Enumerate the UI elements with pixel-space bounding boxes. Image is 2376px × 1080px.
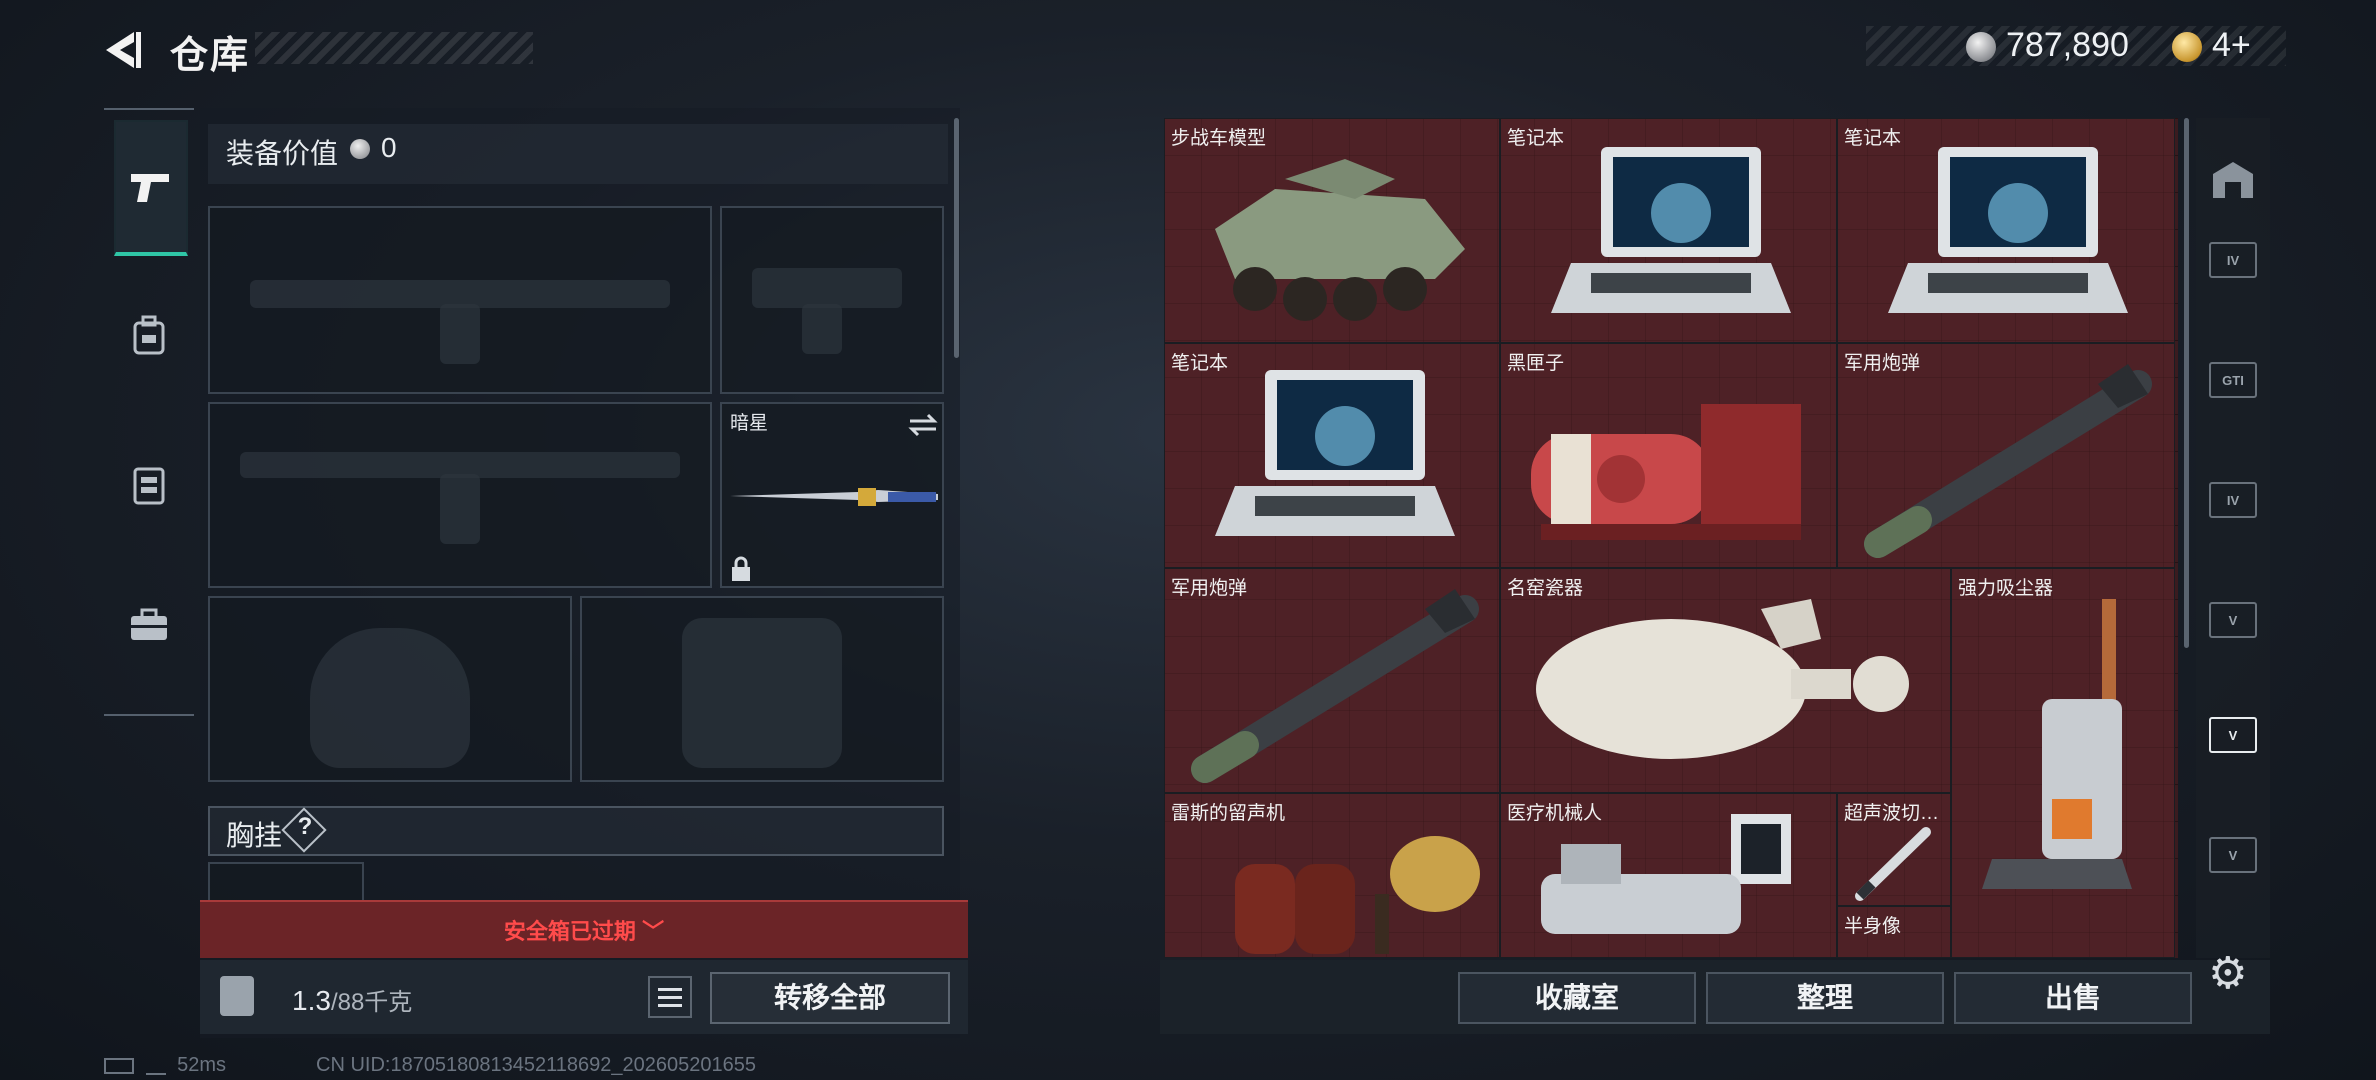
vest-icon (133, 467, 165, 505)
user-uid: CN UID:18705180813452118692_202605201655 (316, 1054, 757, 1076)
gramophone-icon (1235, 836, 1480, 954)
case-v-icon: V (2209, 602, 2257, 638)
porcelain-vase-icon (1536, 599, 1909, 759)
tab-backpack[interactable] (114, 270, 184, 400)
item-famous-porcelain[interactable]: 名窑瓷器 (1500, 568, 1951, 793)
item-laptop[interactable]: 笔记本 (1837, 118, 2175, 343)
item-bust[interactable]: 半身像 (1837, 906, 1951, 958)
gold-coin-icon (2172, 32, 2202, 62)
backpack-icon (133, 315, 165, 355)
category-rail (104, 108, 194, 716)
equipment-value: 0 (381, 132, 397, 163)
armor-slot[interactable] (580, 596, 944, 782)
vacuum-icon (1982, 599, 2132, 889)
tab-weapons[interactable] (114, 120, 188, 256)
inventory-scrollbar[interactable] (2184, 118, 2189, 648)
medical-robot-icon (1541, 814, 1791, 934)
back-button[interactable] (100, 26, 148, 74)
item-military-shell[interactable]: 军用炮弹 (1837, 343, 2175, 568)
back-arrow-icon (106, 32, 141, 68)
item-laptop[interactable]: 笔记本 (1500, 118, 1837, 343)
organize-button[interactable]: 整理 (1706, 972, 1944, 1024)
primary-weapon-slot[interactable] (208, 206, 712, 394)
gti-rig-icon: GTI (2209, 362, 2257, 398)
melee-name: 暗星 (730, 413, 769, 434)
laptop-icon (1215, 370, 1455, 536)
item-black-box[interactable]: 黑匣子 (1500, 343, 1837, 568)
helmet-silhouette-icon (310, 628, 470, 768)
laptop-icon (1551, 147, 1791, 313)
equipment-scrollbar[interactable] (954, 118, 959, 358)
equipment-value-label: 装备价值 (226, 138, 339, 169)
signal-icon (145, 1057, 166, 1075)
ifv-model-icon (1215, 159, 1465, 321)
item-medical-robot[interactable]: 医疗机械人 (1500, 793, 1837, 958)
title-decoration (255, 32, 533, 64)
tab-vest[interactable] (114, 420, 184, 550)
missile-icon (1191, 589, 1479, 783)
money-amount: 787,890 (2006, 26, 2129, 64)
helmet-slot[interactable] (208, 596, 572, 782)
pistol-slot[interactable] (720, 206, 944, 394)
knife-dark-star-icon (730, 488, 938, 506)
item-ifv-model[interactable]: 步战车模型 (1164, 118, 1500, 343)
weight-kg-icon (220, 976, 254, 1016)
missile-icon (1864, 364, 2152, 558)
filter-gti[interactable]: GTI (2196, 320, 2270, 440)
item-laptop[interactable]: 笔记本 (1164, 343, 1500, 568)
case-v-selected-icon: V (2209, 717, 2257, 753)
list-view-button[interactable] (648, 976, 692, 1018)
silver-coin-icon (1966, 32, 1996, 62)
rig-iv-icon: IV (2209, 482, 2257, 518)
page-title: 仓库 (170, 35, 251, 77)
collection-room-button[interactable]: 收藏室 (1458, 972, 1696, 1024)
sell-button[interactable]: 出售 (1954, 972, 2192, 1024)
lock-icon (732, 556, 750, 581)
transfer-all-button[interactable]: 转移全部 (710, 972, 950, 1024)
chevron-down-icon: ﹀ (642, 919, 665, 944)
help-question-mark: ? (297, 813, 313, 840)
pistol-icon (131, 174, 169, 202)
item-ultrasonic-cutter[interactable]: 超声波切… (1837, 793, 1951, 906)
item-vacuum[interactable]: 强力吸尘器 (1951, 568, 2175, 958)
settings-gear-icon[interactable]: ⚙ (2208, 948, 2247, 999)
ultrasonic-cutter-icon (1855, 827, 1931, 901)
black-box-icon (1531, 404, 1801, 540)
value-coin-icon (350, 139, 370, 159)
inventory-grid: 步战车模型 笔记本 笔记本 笔记本 黑匣子 军用炮弹 军用炮弹 名窑瓷器 强力吸… (1164, 118, 2178, 958)
filter-level-v[interactable]: V (2196, 560, 2270, 680)
item-gramophone[interactable]: 雷斯的留声机 (1164, 793, 1500, 958)
armor-silhouette-icon (682, 618, 842, 768)
weight-readout: 1.3/88千克 (292, 985, 413, 1016)
pistol-silhouette-icon (752, 268, 902, 308)
filter-level-iv-b[interactable]: IV (2196, 440, 2270, 560)
ping-status: 52ms (104, 1054, 226, 1077)
filter-level-v-b[interactable]: V (2196, 795, 2270, 915)
chest-rig-label: 胸挂 (226, 820, 283, 851)
gold-amount[interactable]: 4+ (2212, 26, 2251, 65)
secondary-weapon-slot[interactable] (208, 402, 712, 588)
filter-level-iv[interactable]: IV (2196, 200, 2270, 320)
briefcase-icon (131, 608, 167, 640)
magazine-silhouette (440, 474, 480, 544)
safe-box-expired-text: 安全箱已过期 ﹀ (503, 919, 665, 944)
filter-level-v-active[interactable]: V (2196, 675, 2270, 795)
warehouse-icon (2213, 162, 2253, 198)
battery-icon (104, 1057, 134, 1074)
armor-iv-icon: IV (2209, 242, 2257, 278)
tab-case[interactable] (114, 560, 184, 690)
item-military-shell[interactable]: 军用炮弹 (1164, 568, 1500, 793)
case-v-icon: V (2209, 837, 2257, 873)
laptop-icon (1888, 147, 2128, 313)
magazine-silhouette (440, 304, 480, 364)
chest-rig-slot[interactable] (208, 862, 364, 902)
swap-icon[interactable] (908, 412, 938, 438)
pistol-grip-silhouette (802, 304, 842, 354)
melee-slot[interactable]: 暗星 (720, 402, 944, 588)
